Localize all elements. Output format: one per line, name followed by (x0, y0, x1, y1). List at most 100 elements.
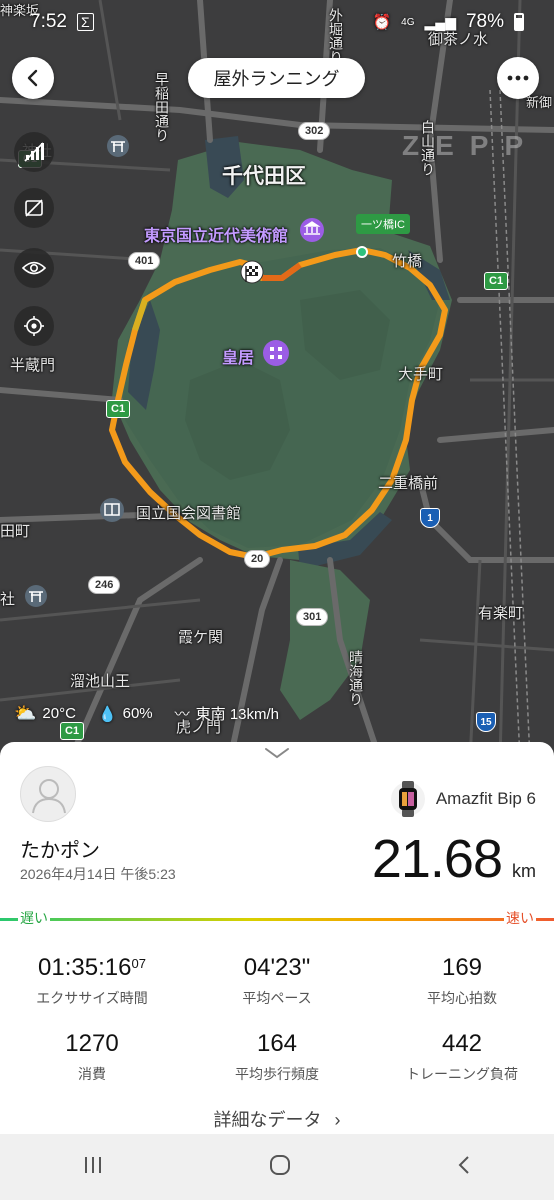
map-label-hanzomon: 半蔵門 (10, 357, 56, 374)
stat-value: 1270 (65, 1030, 119, 1057)
humidity-value: 60% (122, 705, 153, 722)
battery-icon (514, 13, 524, 31)
signal-strength-icon (24, 142, 44, 162)
stat-average-heart-rate: 169 平均心拍数 (370, 954, 554, 1008)
stat-value: 442 (441, 1030, 483, 1057)
detailed-data-label: 詳細なデータ (213, 1110, 322, 1130)
recent-apps-button[interactable] (82, 1155, 104, 1180)
partly-cloudy-icon: ⛅ (14, 703, 37, 723)
stat-value: 01:35:16 (38, 954, 132, 981)
visibility-button[interactable] (14, 248, 54, 288)
route-map[interactable]: ZEPP 千代田区 東京国立近代美術館 皇居 国立国会図書館 一ツ橋IC 竹橋 … (0, 0, 554, 760)
stat-label: トレーニング負荷 (406, 1066, 518, 1082)
signal-toggle-button[interactable] (14, 132, 54, 172)
status-bar: 7:52 Σ ⏰ 4G ▂▄▆ 78% (0, 0, 554, 44)
kokyo-pin-icon (263, 340, 289, 366)
smartwatch-icon (390, 781, 425, 817)
locate-icon (24, 316, 44, 336)
map-label-nijubashimae: 二重橋前 (378, 475, 439, 492)
status-time: 7:52 (30, 11, 67, 32)
chevron-right-icon: › (334, 1110, 341, 1130)
network-label: 4G (401, 16, 415, 28)
map-label-shrine-left: 社 (0, 591, 16, 608)
road-401-badge: 401 (128, 252, 161, 270)
page-title: 屋外ランニング (188, 58, 365, 98)
map-label-hakusan: 白山通り (420, 120, 436, 176)
library-pin-icon (100, 498, 124, 522)
road-246-badge: 246 (88, 576, 121, 594)
stat-value: 169 (441, 954, 483, 981)
stat-label: 平均心拍数 (427, 990, 497, 1006)
map-label-ginza: 晴海通り (348, 650, 364, 706)
back-nav-button[interactable] (456, 1154, 472, 1181)
distance-unit: km (512, 861, 536, 881)
distance-display: 21.68 km (372, 828, 536, 890)
locate-button[interactable] (14, 306, 54, 346)
map-label-library: 国立国会図書館 (136, 505, 242, 522)
device-info: Amazfit Bip 6 (390, 779, 536, 819)
pace-legend: 遅い 速い (0, 904, 554, 934)
stat-label: エクササイズ時間 (36, 990, 148, 1006)
stat-label: 平均歩行頻度 (235, 1066, 319, 1082)
route-15-shield: 15 (476, 712, 496, 732)
pace-slow-label: 遅い (18, 908, 50, 928)
signal-icon: ▂▄▆ (424, 13, 456, 30)
back-chevron-icon (458, 1155, 469, 1174)
more-icon (507, 75, 529, 81)
map-label-hitotsubashi-ic: 一ツ橋IC (356, 214, 410, 234)
road-20-badge: 20 (244, 550, 271, 568)
map-label-otemachi: 大手町 (398, 366, 444, 383)
finish-flag-icon (240, 260, 264, 284)
map-label-tameikesanno: 溜池山王 (70, 673, 131, 690)
home-button[interactable] (268, 1153, 292, 1182)
system-nav-bar (0, 1134, 554, 1200)
chevron-down-icon (265, 748, 289, 759)
layer-off-icon (25, 199, 43, 217)
battery-percent: 78% (465, 11, 504, 32)
more-options-button[interactable] (497, 57, 539, 99)
stat-cadence: 164 平均歩行頻度 (185, 1030, 369, 1084)
map-label-chiyoda: 千代田区 (222, 165, 306, 188)
stat-label: 消費 (78, 1066, 106, 1082)
weather-bar: ⛅ 20°C 💧 60% 〰 東南 13km/h (14, 703, 279, 724)
user-silhouette-icon (32, 779, 66, 814)
shrine-pin-left-icon (25, 585, 47, 607)
avatar[interactable] (20, 766, 76, 822)
road-301-badge: 301 (296, 608, 329, 626)
detailed-data-link[interactable]: 詳細なデータ › (0, 1106, 554, 1132)
user-name: たかポン (20, 840, 100, 862)
stat-label: 平均ペース (242, 990, 312, 1006)
layer-hide-button[interactable] (14, 188, 54, 228)
stat-training-load: 442 トレーニング負荷 (370, 1030, 554, 1084)
pace-fast-label: 速い (504, 908, 536, 928)
eye-icon (22, 261, 46, 275)
shrine-pin-icon (107, 135, 129, 157)
back-arrow-icon (27, 69, 38, 87)
alarm-icon: ⏰ (372, 14, 392, 31)
recent-apps-icon (85, 1156, 101, 1173)
stat-value-fraction: 07 (131, 956, 146, 971)
map-label-museum: 東京国立近代美術館 (144, 228, 289, 245)
home-icon (270, 1154, 290, 1175)
collapse-panel-button[interactable] (263, 746, 291, 765)
stat-value: 164 (256, 1030, 298, 1057)
wind-value: 東南 13km/h (195, 706, 280, 723)
distance-value: 21.68 (371, 829, 503, 889)
road-c1-badge-2: C1 (484, 272, 509, 290)
museum-pin-icon (300, 218, 324, 242)
workout-summary-panel: たかポン 2026年4月14日 午後5:23 Amazfit Bip 6 21.… (0, 742, 554, 1134)
map-label-waseda-dori: 早稲田通り (154, 72, 170, 142)
map-label-kasumigaseki: 霞ケ関 (178, 629, 224, 646)
map-label-yurakucho: 有楽町 (478, 605, 524, 622)
pace-gradient-bar (0, 918, 554, 921)
wind-icon: 〰 (174, 706, 190, 723)
road-302-badge: 302 (298, 122, 331, 140)
stat-calories: 1270 消費 (0, 1030, 184, 1084)
device-name: Amazfit Bip 6 (435, 789, 536, 808)
temperature-value: 20°C (42, 705, 76, 722)
app-indicator-icon: Σ (76, 13, 94, 31)
back-button[interactable] (12, 57, 54, 99)
stat-value: 04'23" (243, 954, 311, 981)
workout-datetime: 2026年4月14日 午後5:23 (20, 866, 176, 882)
stat-average-pace: 04'23" 平均ペース (185, 954, 369, 1008)
